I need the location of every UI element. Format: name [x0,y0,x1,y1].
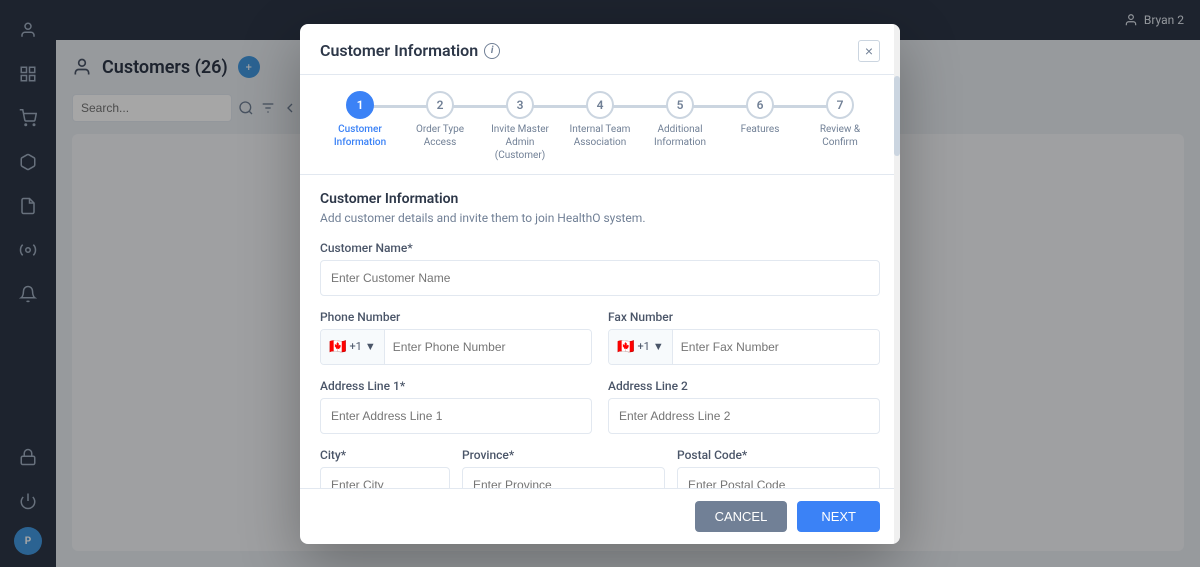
phone-country-select[interactable]: 🇨🇦 +1 ▼ [321,330,385,364]
fax-flag: 🇨🇦 [617,339,634,355]
step-2[interactable]: 2 Order Type Access [400,91,480,149]
step-3[interactable]: 3 Invite Master Admin (Customer) [480,91,560,162]
fax-number-group: Fax Number 🇨🇦 +1 ▼ [608,310,880,365]
fax-number-input[interactable] [673,330,879,364]
phone-number-input[interactable] [385,330,591,364]
phone-number-label: Phone Number [320,310,592,324]
fax-dropdown-arrow: ▼ [653,340,664,353]
steps-list: 1 CustomerInformation 2 Order Type Acces… [320,91,880,162]
cancel-button[interactable]: CANCEL [695,501,788,532]
address-line2-label: Address Line 2 [608,379,880,393]
postal-code-label: Postal Code* [677,448,880,462]
step-5[interactable]: 5 Additional Information [640,91,720,149]
step-label-6: Features [741,123,780,136]
phone-input-group: 🇨🇦 +1 ▼ [320,329,592,365]
province-input[interactable] [462,467,665,488]
city-province-postal-row: City* Province* Postal Code* [320,448,880,488]
modal-title-text: Customer Information [320,41,478,60]
step-circle-4: 4 [586,91,614,119]
customer-name-label: Customer Name* [320,241,880,255]
customer-information-modal: Customer Information i × 1 CustomerInfor… [300,24,900,544]
step-label-4: Internal Team Association [565,123,635,149]
phone-country-code: +1 [349,340,361,353]
address-line1-input[interactable] [320,398,592,434]
step-label-7: Review & Confirm [805,123,875,149]
postal-code-group: Postal Code* [677,448,880,488]
city-input[interactable] [320,467,450,488]
fax-number-label: Fax Number [608,310,880,324]
province-label: Province* [462,448,665,462]
steps-container: 1 CustomerInformation 2 Order Type Acces… [300,75,900,175]
modal-body: Customer Information Add customer detail… [300,175,900,488]
address-line1-label: Address Line 1* [320,379,592,393]
step-circle-1: 1 [346,91,374,119]
fax-country-select[interactable]: 🇨🇦 +1 ▼ [609,330,673,364]
phone-fax-row: Phone Number 🇨🇦 +1 ▼ Fax Number [320,310,880,365]
step-label-1: CustomerInformation [334,123,386,149]
info-icon: i [484,43,500,59]
modal-footer: CANCEL NEXT [300,488,900,544]
fax-input-group: 🇨🇦 +1 ▼ [608,329,880,365]
modal-overlay: Customer Information i × 1 CustomerInfor… [0,0,1200,567]
step-7[interactable]: 7 Review & Confirm [800,91,880,149]
step-label-2: Order Type Access [405,123,475,149]
modal-title-container: Customer Information i [320,41,500,60]
step-circle-5: 5 [666,91,694,119]
customer-name-group: Customer Name* [320,241,880,296]
phone-dropdown-arrow: ▼ [365,340,376,353]
step-1[interactable]: 1 CustomerInformation [320,91,400,149]
step-6[interactable]: 6 Features [720,91,800,136]
step-circle-3: 3 [506,91,534,119]
next-button[interactable]: NEXT [797,501,880,532]
step-4[interactable]: 4 Internal Team Association [560,91,640,149]
postal-code-input[interactable] [677,467,880,488]
address-row: Address Line 1* Address Line 2 [320,379,880,434]
step-label-5: Additional Information [645,123,715,149]
step-circle-6: 6 [746,91,774,119]
step-label-3: Invite Master Admin (Customer) [485,123,555,162]
form-section-title: Customer Information [320,191,880,207]
province-group: Province* [462,448,665,488]
fax-country-code: +1 [637,340,649,353]
address-line2-group: Address Line 2 [608,379,880,434]
modal-scrollbar-thumb [894,76,900,156]
form-section-desc: Add customer details and invite them to … [320,211,880,225]
phone-number-group: Phone Number 🇨🇦 +1 ▼ [320,310,592,365]
city-label: City* [320,448,450,462]
modal-close-button[interactable]: × [858,40,880,62]
step-circle-7: 7 [826,91,854,119]
address-line1-group: Address Line 1* [320,379,592,434]
address-line2-input[interactable] [608,398,880,434]
modal-header: Customer Information i × [300,24,900,75]
phone-flag: 🇨🇦 [329,339,346,355]
customer-name-input[interactable] [320,260,880,296]
step-circle-2: 2 [426,91,454,119]
modal-scrollbar [894,24,900,544]
city-group: City* [320,448,450,488]
